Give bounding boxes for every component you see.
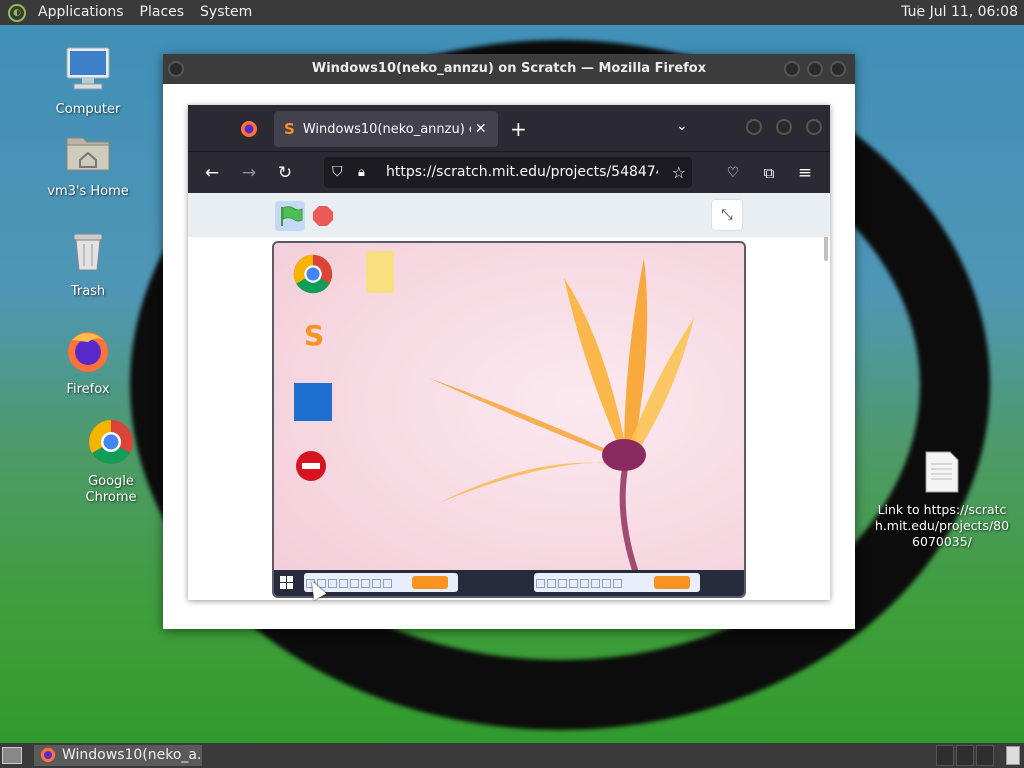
desktop-icon-trash[interactable]: Trash (38, 228, 138, 300)
stage-scratch-icon: S (304, 319, 325, 352)
panel-trash-icon[interactable] (1006, 746, 1020, 765)
desktop-icon-label: vm3's Home (47, 184, 129, 199)
tab-close-icon[interactable]: ✕ (475, 121, 487, 137)
hamburger-menu-icon[interactable]: ≡ (792, 160, 818, 186)
chrome-icon (89, 420, 133, 464)
scratch-stage[interactable]: S (272, 241, 746, 598)
stage-search-box (304, 573, 458, 592)
tab-bar: S Windows10(neko_annzu) on Scratch ✕ + ⌄ (188, 105, 830, 151)
stage-task-box (534, 573, 700, 592)
green-flag-icon (281, 206, 303, 226)
pocket-icon[interactable]: ♡ (720, 160, 746, 186)
show-desktop-icon[interactable] (2, 747, 22, 764)
inner-firefox-window: S Windows10(neko_annzu) on Scratch ✕ + ⌄… (188, 105, 830, 600)
window-title: Windows10(neko_annzu) on Scratch — Mozil… (311, 61, 707, 76)
inner-close-button[interactable] (806, 119, 822, 135)
desktop-icon-label: Computer (55, 102, 121, 117)
scratch-controls-bar: ⤡ (188, 193, 830, 237)
top-panel: ◐ Applications Places System Tue Jul 11,… (0, 0, 1024, 25)
desktop-icon-link-file[interactable]: Link to https://scratch.mit.edu/projects… (872, 450, 1012, 550)
bookmark-star-icon[interactable]: ☆ (672, 157, 686, 188)
desktop-icon-label: Firefox (66, 382, 110, 397)
home-folder-icon (66, 137, 110, 171)
desktop-icon-home[interactable]: vm3's Home (38, 128, 138, 200)
trash-icon (73, 233, 103, 271)
desktop-icon-label: Trash (70, 284, 106, 299)
window-titlebar[interactable]: Windows10(neko_annzu) on Scratch — Mozil… (163, 54, 855, 84)
firefox-icon (40, 747, 56, 763)
applications-menu[interactable]: Applications (30, 0, 132, 25)
navigation-bar: ← → ↻ ⛉ 🔒︎ https://scratch.mit.edu/proje… (188, 151, 830, 193)
flower-wallpaper (429, 258, 694, 573)
stage-noentry-icon (296, 451, 326, 481)
exit-fullscreen-icon[interactable]: ⤡ (711, 199, 743, 231)
desktop-icon-computer[interactable]: Computer (38, 46, 138, 118)
mate-logo-icon[interactable]: ◐ (8, 3, 26, 22)
page-content: ⤡ S (188, 193, 830, 600)
inner-minimize-button[interactable] (746, 119, 762, 135)
stage-windows-taskbar (274, 570, 744, 596)
tab-title: Windows10(neko_annzu) on Scratch (302, 121, 471, 137)
desktop-icon-label: Link to https://scratch.mit.edu/projects… (874, 502, 1010, 549)
new-tab-icon[interactable]: + (510, 117, 527, 141)
extensions-icon[interactable]: ⧉ (756, 160, 782, 186)
places-menu[interactable]: Places (132, 0, 193, 25)
maximize-button[interactable] (807, 61, 823, 77)
list-tabs-chevron-icon[interactable]: ⌄ (676, 118, 688, 134)
close-button[interactable] (830, 61, 846, 77)
stage-folder-icon (366, 251, 394, 293)
url-text[interactable]: https://scratch.mit.edu/projects/5484748… (386, 157, 658, 188)
back-arrow-icon[interactable]: ← (199, 160, 225, 186)
computer-icon (66, 47, 110, 90)
green-flag-button[interactable] (275, 201, 305, 231)
clock[interactable]: Tue Jul 11, 06:08 (901, 0, 1018, 25)
windows-start-icon (280, 576, 294, 590)
workspace-1[interactable] (936, 745, 954, 766)
stop-button[interactable] (313, 206, 333, 226)
url-bar[interactable]: ⛉ 🔒︎ https://scratch.mit.edu/projects/54… (324, 157, 692, 188)
workspace-2[interactable] (956, 745, 974, 766)
minimize-button[interactable] (784, 61, 800, 77)
shield-icon[interactable]: ⛉ (332, 157, 343, 188)
reload-icon[interactable]: ↻ (272, 160, 298, 186)
taskbar-window-label: Windows10(neko_a... (62, 747, 202, 763)
firefox-icon (68, 332, 108, 372)
lock-icon[interactable]: 🔒︎ (358, 157, 365, 188)
inner-maximize-button[interactable] (776, 119, 792, 135)
workspace-3[interactable] (976, 745, 994, 766)
taskbar-window-button[interactable]: Windows10(neko_a... (34, 745, 202, 766)
forward-arrow-icon[interactable]: → (236, 160, 262, 186)
window-menu-button[interactable] (168, 61, 184, 77)
firefox-view-icon[interactable] (240, 120, 258, 138)
text-file-icon (925, 451, 959, 493)
stage-chrome-icon (293, 254, 333, 294)
tab-scratch[interactable]: S Windows10(neko_annzu) on Scratch ✕ (274, 111, 498, 147)
desktop-icon-label: Google Chrome (85, 474, 137, 505)
system-menu[interactable]: System (192, 0, 260, 25)
stage-app-icon (294, 383, 332, 421)
desktop-icon-chrome[interactable]: Google Chrome (61, 418, 161, 506)
bottom-panel: Windows10(neko_a... (0, 743, 1024, 768)
desktop-icon-firefox[interactable]: Firefox (38, 326, 138, 398)
scratch-favicon-icon: S (284, 120, 295, 138)
